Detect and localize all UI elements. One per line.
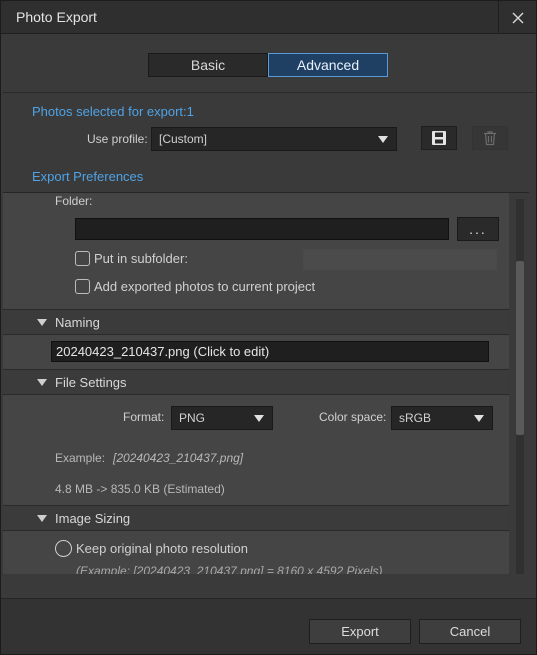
color-space-label: Color space: [319,410,387,424]
scrollbar-thumb[interactable] [516,261,524,435]
color-space-select[interactable]: sRGB [391,406,493,430]
example-filename: [20240423_210437.png] [113,451,244,465]
photo-export-dialog: Photo Export Basic Advanced Photos selec… [0,0,537,655]
title-bar: Photo Export [1,1,536,34]
export-preferences-label: Export Preferences [32,169,144,184]
dialog-footer: Export Cancel [1,598,536,654]
keep-original-radio[interactable] [55,540,72,557]
panel-scrollbar[interactable] [516,199,524,574]
export-settings-panel: Folder: ... Put in subfolder: Add export… [3,192,529,574]
collapse-triangle-icon [37,379,47,386]
filename-field[interactable]: 20240423_210437.png (Click to edit) [51,341,489,362]
keep-original-label: Keep original photo resolution [76,541,249,556]
collapse-triangle-icon [37,319,47,326]
close-button[interactable] [498,1,536,34]
profile-select[interactable]: [Custom] [151,127,397,151]
chevron-down-icon [474,415,484,422]
subfolder-checkbox[interactable] [75,251,90,266]
profile-label: Use profile: [87,132,148,146]
folder-label: Folder: [55,194,93,208]
file-settings-section: Format: PNG Color space: sRGB Example: [… [3,395,509,505]
add-to-project-checkbox[interactable] [75,279,90,294]
profile-value: [Custom] [159,132,208,146]
divider [3,92,534,93]
subfolder-field[interactable] [303,249,497,270]
resolution-example: (Example: [20240423_210437.png] = 8160 x… [76,564,383,574]
file-settings-section-header[interactable]: File Settings [3,369,509,395]
size-estimate: 4.8 MB -> 835.0 KB (Estimated) [55,482,225,496]
collapse-triangle-icon [37,515,47,522]
format-label: Format: [123,410,165,424]
image-sizing-section-header[interactable]: Image Sizing [3,505,509,531]
export-button[interactable]: Export [309,619,411,644]
format-select[interactable]: PNG [171,406,273,430]
mode-tabs: Basic Advanced [148,53,388,77]
image-sizing-header-label: Image Sizing [55,511,131,526]
format-value: PNG [179,411,206,425]
cancel-button[interactable]: Cancel [419,619,521,644]
save-profile-button[interactable] [421,126,457,150]
chevron-down-icon [378,136,388,143]
tab-advanced[interactable]: Advanced [268,53,388,77]
subfolder-label: Put in subfolder: [94,251,188,266]
naming-section-header[interactable]: Naming [3,309,509,335]
example-label: Example: [55,451,106,465]
chevron-down-icon [254,415,264,422]
close-icon [512,12,523,23]
browse-folder-button[interactable]: ... [457,217,499,241]
image-sizing-section: Keep original photo resolution (Example:… [3,531,509,574]
naming-header-label: Naming [55,315,100,330]
trash-icon [484,131,496,146]
color-space-value: sRGB [399,411,432,425]
delete-profile-button[interactable] [472,126,508,150]
photos-selected-label: Photos selected for export:1 [32,104,194,119]
folder-path-field[interactable] [75,218,449,240]
tab-basic[interactable]: Basic [148,53,268,77]
add-to-project-label: Add exported photos to current project [94,279,316,294]
window-title: Photo Export [16,9,97,25]
save-icon [432,131,446,145]
photos-selected-count: 1 [186,104,194,119]
file-settings-header-label: File Settings [55,375,127,390]
naming-section: 20240423_210437.png (Click to edit) [3,335,509,369]
folder-section: Folder: ... Put in subfolder: Add export… [3,193,509,309]
